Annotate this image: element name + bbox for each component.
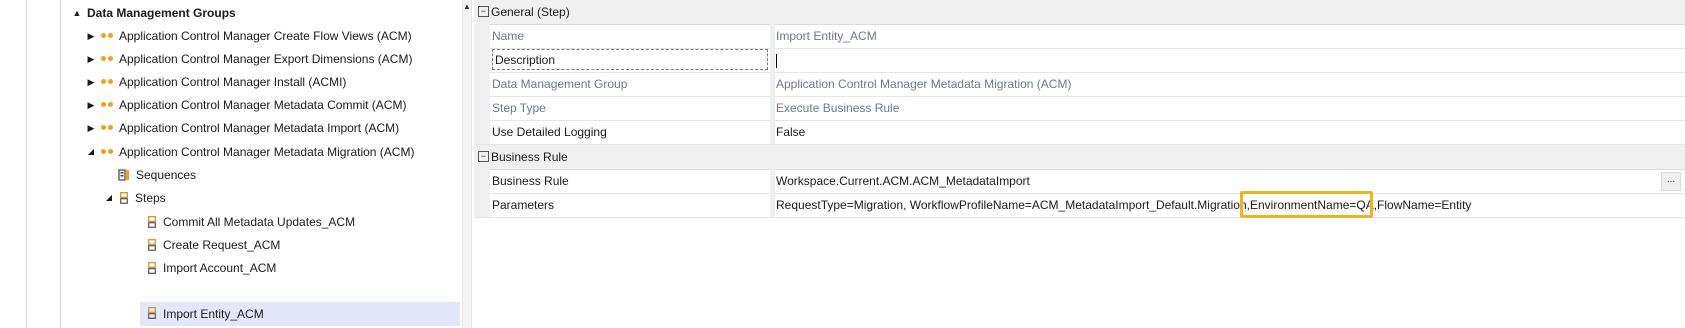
property-value-data-management-group[interactable]: Application Control Manager Metadata Mig… (776, 72, 1685, 96)
step-icon (148, 262, 156, 274)
tree-group-label: Application Control Manager Export Dimen… (119, 52, 413, 66)
tree-step-create-request[interactable]: Create Request_ACM (145, 234, 445, 256)
step-icon (148, 239, 156, 251)
row-gutter (474, 120, 490, 144)
group-icon (101, 79, 115, 85)
tree-group-label: Application Control Manager Metadata Com… (119, 98, 407, 112)
row-gutter (474, 96, 490, 120)
tree-group-label: Application Control Manager Create Flow … (119, 29, 412, 43)
tree-node-label: Steps (135, 191, 166, 205)
tree-step-label: Commit All Metadata Updates_ACM (163, 215, 356, 229)
tree-node-label: Sequences (136, 168, 197, 182)
highlight-box-environment-name (1240, 191, 1373, 218)
tree-group-label: Application Control Manager Metadata Imp… (119, 121, 400, 135)
browse-business-rule-button[interactable]: ... (1661, 172, 1681, 191)
group-icon (101, 149, 115, 155)
property-name: Step Type (492, 101, 546, 115)
property-value-business-rule[interactable]: Workspace.Current.ACM.ACM_MetadataImport (776, 169, 1685, 193)
group-icon (101, 33, 115, 39)
collapse-category-icon[interactable]: − (478, 151, 489, 162)
property-name: Data Management Group (492, 77, 628, 91)
property-row-use-detailed-logging[interactable]: Use Detailed Logging False (474, 120, 1685, 145)
property-value-parameters[interactable]: RequestType=Migration, WorkflowProfileNa… (776, 193, 1685, 217)
expand-arrow-icon[interactable]: ▶ (86, 71, 96, 93)
tree-group-label: Application Control Manager Install (ACM… (119, 75, 347, 89)
row-gutter (474, 72, 490, 96)
category-business-rule[interactable]: − Business Rule (474, 145, 1685, 170)
row-gutter (474, 193, 490, 217)
tree-step-import-entity[interactable]: Import Entity_ACM (140, 302, 460, 326)
category-label: Business Rule (491, 150, 568, 164)
property-row-name[interactable]: Name Import Entity_ACM (474, 24, 1685, 49)
property-name: Parameters (492, 198, 555, 212)
step-icon (148, 307, 156, 319)
column-divider (770, 145, 775, 169)
column-divider (770, 169, 775, 193)
category-general-step[interactable]: − General (Step) (474, 0, 1685, 25)
category-label: General (Step) (491, 5, 570, 19)
expand-arrow-icon[interactable]: ▶ (86, 25, 96, 47)
column-divider (770, 193, 775, 217)
column-divider (770, 24, 775, 48)
property-row-step-type[interactable]: Step Type Execute Business Rule (474, 96, 1685, 121)
description-input[interactable] (776, 48, 1685, 72)
tree-step-label: Create Request_ACM (163, 238, 281, 252)
tree-node-steps[interactable]: ◢ Steps (104, 187, 404, 209)
tree-node-sequences[interactable]: Sequences (116, 164, 416, 186)
property-row-description[interactable]: Description (474, 48, 1685, 73)
column-divider (770, 120, 775, 144)
column-divider (770, 0, 775, 24)
collapse-arrow-icon[interactable]: ◢ (86, 141, 96, 163)
collapse-arrow-icon[interactable]: ◢ (104, 187, 114, 209)
tree-panel: ▲ Data Management Groups ▶ Application C… (0, 0, 462, 328)
tree-step-import-account[interactable]: Import Account_ACM (145, 257, 445, 279)
collapse-category-icon[interactable]: − (478, 6, 489, 17)
group-icon (101, 102, 115, 108)
step-folder-icon (120, 192, 128, 204)
tree-root-label: Data Management Groups (87, 6, 236, 20)
property-value-use-detailed-logging[interactable]: False (776, 120, 1685, 144)
scroll-up-arrow-icon[interactable]: ▲ (463, 2, 471, 11)
group-icon (101, 125, 115, 131)
column-divider (770, 72, 775, 96)
property-row-business-rule[interactable]: Business Rule Workspace.Current.ACM.ACM_… (474, 169, 1685, 194)
property-name: Name (492, 29, 525, 43)
expand-arrow-icon[interactable]: ▶ (86, 117, 96, 139)
row-gutter (474, 24, 490, 48)
tree-group-label: Application Control Manager Metadata Mig… (119, 145, 415, 159)
tree-step-label: Import Entity_ACM (163, 307, 264, 321)
column-divider (770, 96, 775, 120)
property-name: Use Detailed Logging (492, 125, 607, 139)
property-row-data-management-group[interactable]: Data Management Group Application Contro… (474, 72, 1685, 97)
tree-group-metadata-migration[interactable]: ◢ Application Control Manager Metadata M… (86, 141, 426, 163)
tree-group-metadata-import[interactable]: ▶ Application Control Manager Metadata I… (86, 117, 426, 139)
tree-group-install[interactable]: ▶ Application Control Manager Install (A… (86, 71, 426, 93)
property-row-parameters[interactable]: Parameters RequestType=Migration, Workfl… (474, 193, 1685, 218)
expand-arrow-icon[interactable]: ▶ (86, 94, 96, 116)
row-gutter (474, 169, 490, 193)
panel-splitter[interactable]: ▲ (462, 0, 472, 328)
tree-group-metadata-commit[interactable]: ▶ Application Control Manager Metadata C… (86, 94, 426, 116)
tree-group-create-flow-views[interactable]: ▶ Application Control Manager Create Flo… (86, 25, 426, 47)
text-caret (776, 53, 777, 68)
tree-step-commit-all-metadata[interactable]: Commit All Metadata Updates_ACM (145, 211, 445, 233)
tree-group-export-dimensions[interactable]: ▶ Application Control Manager Export Dim… (86, 48, 426, 70)
expand-arrow-icon[interactable]: ▶ (86, 48, 96, 70)
property-value-name[interactable]: Import Entity_ACM (776, 24, 1685, 48)
column-divider (770, 48, 775, 72)
tree-step-label: Import Account_ACM (163, 261, 277, 275)
property-name-focused: Description (492, 49, 768, 70)
row-gutter (474, 48, 490, 72)
sequences-icon (118, 169, 130, 181)
collapse-arrow-icon[interactable]: ▲ (72, 2, 82, 24)
group-icon (101, 56, 115, 62)
property-value-step-type[interactable]: Execute Business Rule (776, 96, 1685, 120)
property-name: Business Rule (492, 174, 569, 188)
step-icon (148, 216, 156, 228)
